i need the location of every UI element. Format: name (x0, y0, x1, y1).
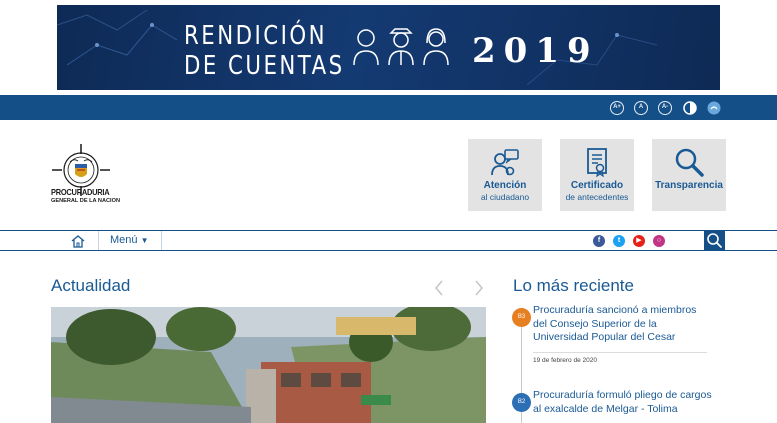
quick-link-subtitle: al ciudadano (480, 192, 530, 202)
menu-label: Menú (110, 234, 138, 246)
logo-text-general: GENERAL DE LA NACION (51, 198, 120, 204)
font-increase-button[interactable]: A+ (610, 101, 624, 115)
quick-link-certificado[interactable]: Certificado de antecedentes (560, 139, 634, 211)
sign-language-icon[interactable] (707, 101, 721, 115)
facebook-icon[interactable]: f (593, 235, 605, 247)
main-nav-bar: Menú ▼ f t ▶ ○ (0, 230, 777, 251)
certificate-icon (587, 148, 607, 177)
carousel-next-icon[interactable] (474, 280, 484, 296)
font-normal-button[interactable]: A (634, 101, 648, 115)
citizen-chat-icon (491, 149, 519, 176)
news-carousel-image[interactable] (51, 307, 486, 423)
person-hat-icon (388, 28, 414, 66)
font-decrease-button[interactable]: A- (658, 101, 672, 115)
instagram-icon[interactable]: ○ (653, 235, 665, 247)
news-photo (51, 307, 486, 423)
quick-link-title: Atención (483, 180, 527, 191)
quick-link-title: Certificado (570, 180, 624, 191)
search-icon (707, 233, 722, 248)
carousel-prev-icon[interactable] (434, 280, 444, 296)
banner-title-line1: RENDICIÓN (184, 21, 327, 51)
nav-divider (161, 231, 162, 250)
quick-link-atencion[interactable]: Atención al ciudadano (468, 139, 542, 211)
search-button[interactable] (704, 230, 725, 251)
news-link[interactable]: Procuraduría formuló pliego de cargos al… (533, 389, 713, 416)
accessibility-bar: A+ A A- (0, 95, 777, 120)
timeline-dot: B3 (512, 308, 531, 327)
chevron-down-icon: ▼ (140, 236, 149, 245)
logo-text-procuraduria: PROCURADURIA (51, 187, 110, 197)
person-icon (353, 29, 379, 66)
news-divider (533, 352, 707, 353)
quick-link-subtitle: de antecedentes (565, 192, 629, 202)
home-icon[interactable] (70, 234, 86, 248)
rendicion-cuentas-banner[interactable]: RENDICIÓN DE CUENTAS 2019 (57, 5, 720, 90)
youtube-icon[interactable]: ▶ (633, 235, 645, 247)
menu-dropdown[interactable]: Menú ▼ (110, 234, 149, 246)
person-woman-icon (423, 28, 449, 66)
quick-link-title: Transparencia (655, 180, 723, 191)
timeline-dot: B2 (512, 393, 531, 412)
news-date: 19 de febrero de 2020 (533, 357, 597, 364)
nav-divider (98, 231, 99, 250)
quick-link-transparencia[interactable]: Transparencia (652, 139, 726, 211)
magnifier-icon (675, 148, 704, 177)
banner-title-line2: DE CUENTAS (184, 51, 345, 81)
contrast-icon[interactable] (683, 101, 697, 115)
news-link[interactable]: Procuraduría sancionó a miembros del Con… (533, 304, 713, 345)
banner-year: 2019 (472, 31, 599, 71)
section-title-actualidad: Actualidad (51, 276, 131, 295)
section-title-reciente: Lo más reciente (513, 276, 634, 295)
twitter-icon[interactable]: t (613, 235, 625, 247)
